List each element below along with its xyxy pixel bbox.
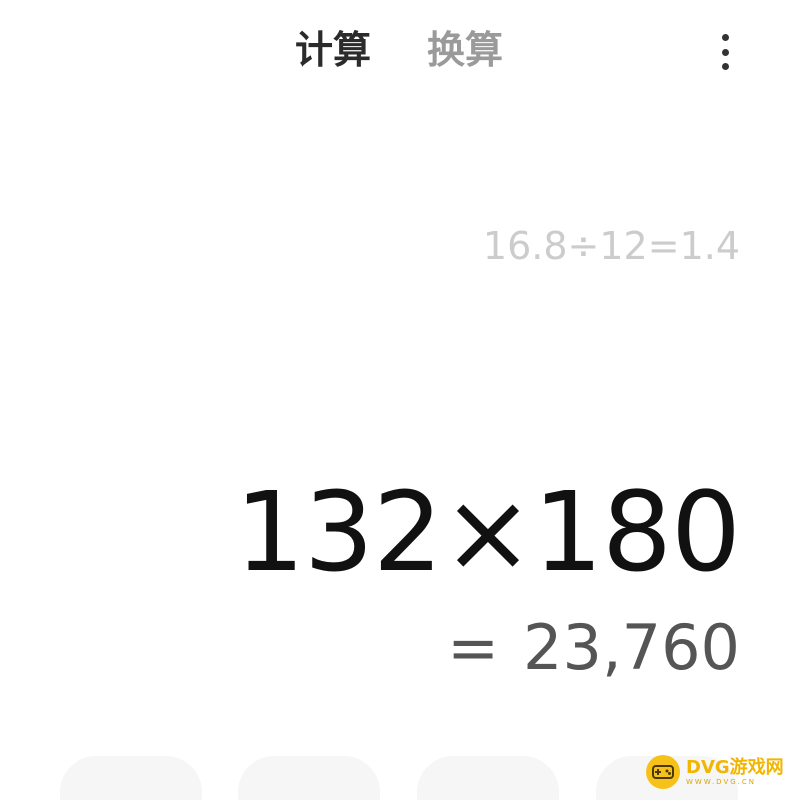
gamepad-icon-svg: [652, 765, 674, 779]
mode-tabs: 计算 换算: [0, 22, 800, 82]
more-vertical-icon: [721, 34, 729, 41]
expression-display: 132×180: [234, 468, 741, 596]
result-equals-sign: =: [447, 611, 500, 684]
watermark-subtitle: WWW.DVG.CN: [686, 777, 757, 786]
more-options-button[interactable]: [708, 30, 742, 74]
keypad-key[interactable]: [238, 756, 380, 800]
gamepad-icon: [646, 755, 680, 789]
tab-calculate[interactable]: 计算: [295, 26, 371, 74]
site-watermark: DVG游戏网 WWW.DVG.CN: [646, 748, 796, 796]
keypad-key[interactable]: [60, 756, 202, 800]
keypad-key[interactable]: [417, 756, 559, 800]
history-entry[interactable]: 16.8÷12=1.4: [483, 222, 740, 270]
tab-convert[interactable]: 换算: [427, 26, 503, 74]
calculator-screen: 计算 换算 16.8÷12=1.4 132×180 = 23,760 DVG游戏网: [0, 0, 800, 800]
more-vertical-icon: [721, 63, 729, 70]
result-display: = 23,760: [447, 612, 740, 684]
result-value: 23,760: [523, 611, 740, 684]
more-vertical-icon: [721, 48, 729, 56]
watermark-title: DVG游戏网: [686, 756, 784, 778]
watermark-text: DVG游戏网 WWW.DVG.CN: [686, 756, 784, 786]
